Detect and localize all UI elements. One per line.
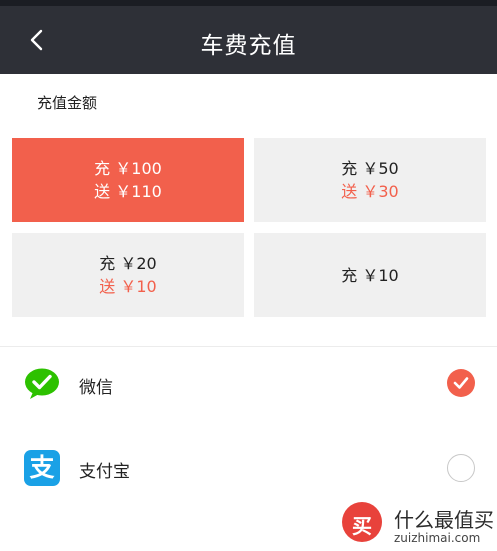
bonus-amount: 送 ￥30 [341,182,399,201]
amount-option-50[interactable]: 充 ￥50 送 ￥30 [254,138,486,222]
payment-option-wechat[interactable]: 微信 [0,342,497,426]
alipay-icon: 支 [24,450,60,486]
payment-option-alipay[interactable]: 支 支付宝 [0,426,497,510]
payment-label: 支付宝 [79,462,130,482]
bonus-amount: 送 ￥10 [99,277,157,296]
charge-amount: 充 ￥100 [94,159,162,178]
page-title: 车费充值 [200,33,297,59]
amount-option-100[interactable]: 充 ￥100 送 ￥110 [12,138,244,222]
watermark-brand: 什么最值买 [394,508,494,532]
watermark-logo-icon: 买 [342,502,382,542]
nav-bar: 车费充值 [0,6,497,74]
wechat-icon [25,368,59,399]
bonus-amount: 送 ￥110 [94,182,162,201]
amount-section-label: 充值金额 [37,94,98,112]
check-unselected-icon[interactable] [447,454,475,482]
charge-amount: 充 ￥10 [341,265,399,285]
watermark-domain: zuizhimai.com [394,531,481,545]
amount-option-10[interactable]: 充 ￥10 [254,233,486,317]
charge-amount: 充 ￥50 [341,159,399,178]
amount-option-20[interactable]: 充 ￥20 送 ￥10 [12,233,244,317]
check-selected-icon[interactable] [447,369,475,397]
payment-label: 微信 [79,378,113,398]
charge-amount: 充 ￥20 [99,254,157,273]
watermark: 买 什么最值买 zuizhimai.com [342,500,494,548]
